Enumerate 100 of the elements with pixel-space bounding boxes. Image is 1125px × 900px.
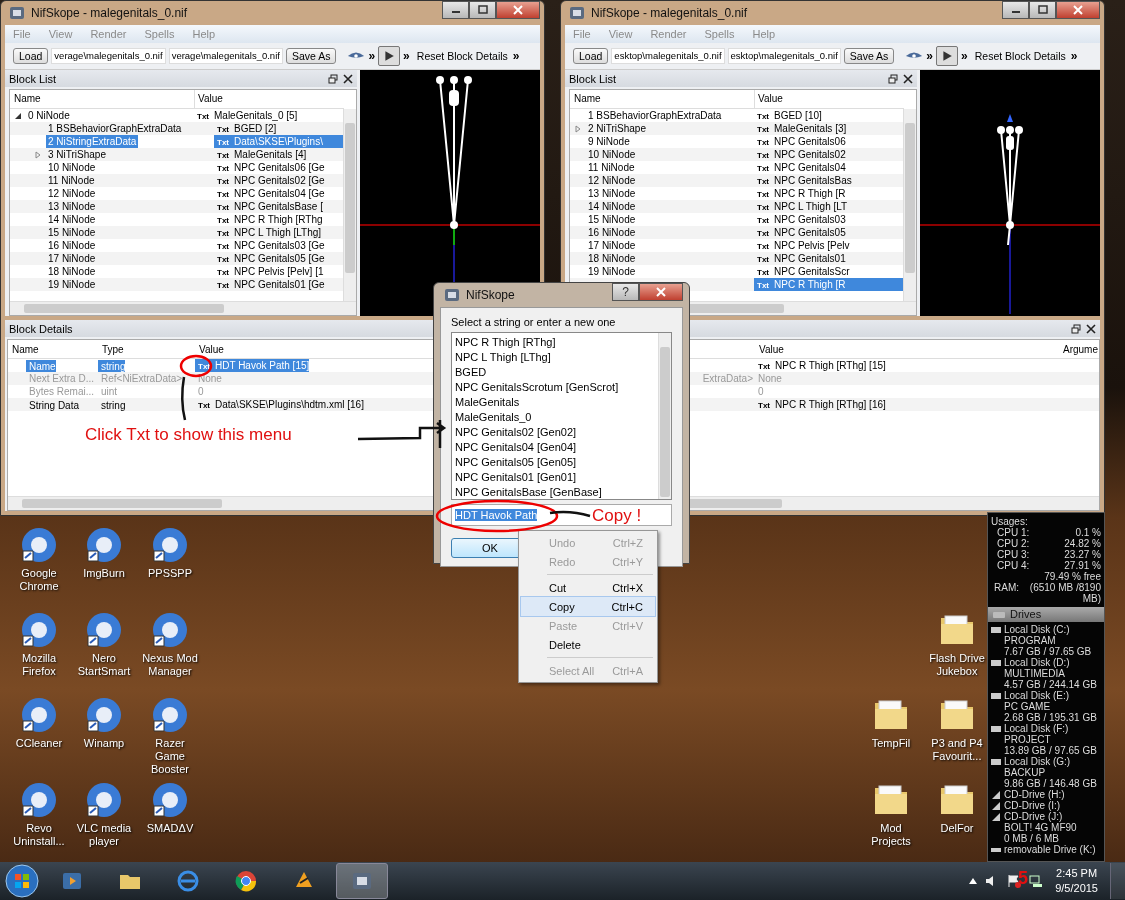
close-icon[interactable] xyxy=(1086,323,1096,334)
scrollbar[interactable] xyxy=(658,333,671,499)
eye-icon[interactable] xyxy=(347,51,366,61)
tree-item[interactable]: 3 NiTriShape xyxy=(46,148,108,161)
reset-block-details-button[interactable]: Reset Block Details xyxy=(414,50,510,62)
property-name[interactable]: String Data xyxy=(26,398,80,412)
program-icon[interactable] xyxy=(84,780,124,820)
expand-arrow-icon[interactable] xyxy=(14,111,22,120)
save-as-button[interactable]: Save As xyxy=(843,48,895,64)
tree-item[interactable]: 16 NiNode xyxy=(586,226,638,239)
menu-item[interactable]: Delete xyxy=(521,635,655,654)
list-item[interactable]: NPC Genitals05 [Gen05] xyxy=(455,455,655,470)
program-icon[interactable] xyxy=(84,525,124,565)
clock[interactable]: 2:45 PM 9/5/2015 xyxy=(1051,866,1102,896)
tree-item[interactable]: 17 NiNode xyxy=(586,239,638,252)
maximize-button[interactable] xyxy=(1029,1,1056,19)
close-icon[interactable] xyxy=(903,73,913,84)
help-button[interactable]: ? xyxy=(612,283,639,301)
program-icon[interactable] xyxy=(150,695,190,735)
tree-item[interactable]: 11 NiNode xyxy=(586,161,637,174)
menu-item[interactable]: Copy Ctrl+C xyxy=(521,597,655,616)
toolbar-overflow-button[interactable]: » xyxy=(1070,49,1078,63)
desktop-icon-label[interactable]: VLC media player xyxy=(73,822,135,848)
desktop-icon-label[interactable]: DelFor xyxy=(940,822,974,835)
list-item[interactable]: MaleGenitals xyxy=(455,395,655,410)
column-header[interactable]: Name xyxy=(10,90,195,108)
program-icon[interactable] xyxy=(150,610,190,650)
program-icon[interactable] xyxy=(19,525,59,565)
close-button[interactable] xyxy=(1056,1,1100,19)
list-item[interactable]: BGED xyxy=(455,365,655,380)
toolbar-overflow-button[interactable]: » xyxy=(368,49,376,63)
list-item[interactable]: NPC GenitalsBase [GenBase] xyxy=(455,485,655,500)
toolbar-overflow-button[interactable]: » xyxy=(403,49,410,63)
tree-item[interactable]: 15 NiNode xyxy=(46,226,98,239)
show-hidden-icons-icon[interactable] xyxy=(969,878,978,884)
toolbar-overflow-button[interactable]: » xyxy=(961,49,968,63)
file-path-field[interactable]: verage\malegenitals_0.nif xyxy=(51,48,166,64)
tree-item[interactable]: 17 NiNode xyxy=(46,252,98,265)
network-icon[interactable] xyxy=(1029,874,1044,888)
menu-item[interactable]: Cut Ctrl+X xyxy=(521,578,655,597)
maximize-button[interactable] xyxy=(469,1,496,19)
tree-item[interactable]: 11 NiNode xyxy=(46,174,97,187)
tree-item[interactable]: 13 NiNode xyxy=(46,200,98,213)
tree-item[interactable]: 1 BSBehaviorGraphExtraData xyxy=(46,122,184,135)
tree-item[interactable]: 14 NiNode xyxy=(586,200,638,213)
file-path-field[interactable]: esktop\malegenitals_0.nif xyxy=(611,48,725,64)
column-header[interactable]: Name xyxy=(8,343,98,355)
start-button[interactable] xyxy=(4,863,40,899)
toolbar-overflow-button[interactable]: » xyxy=(926,49,933,63)
desktop-icon-label[interactable]: Mod Projects xyxy=(860,822,922,848)
desktop-icon-label[interactable]: CCleaner xyxy=(15,737,63,750)
column-header[interactable]: Value xyxy=(755,90,904,108)
load-button[interactable]: Load xyxy=(13,48,49,64)
program-icon[interactable] xyxy=(150,780,190,820)
desktop-icon-label[interactable]: Mozilla Firefox xyxy=(8,652,70,678)
desktop-icon-label[interactable]: P3 and P4 Favourit... xyxy=(926,737,988,763)
desktop-icon-label[interactable]: Winamp xyxy=(83,737,125,750)
property-name[interactable]: Name xyxy=(26,359,56,373)
eye-icon[interactable] xyxy=(905,51,924,61)
close-button[interactable] xyxy=(496,1,540,19)
tree-item[interactable]: 13 NiNode xyxy=(586,187,638,200)
program-icon[interactable] xyxy=(19,695,59,735)
float-panel-icon[interactable] xyxy=(1071,323,1081,334)
tree-item[interactable]: 19 NiNode xyxy=(586,265,638,278)
file-path-field[interactable]: esktop\malegenitals_0.nif xyxy=(727,48,841,64)
toolbar-overflow-button[interactable]: » xyxy=(512,49,520,63)
tree-item[interactable]: 2 NiTriShape xyxy=(586,122,648,135)
minimize-button[interactable] xyxy=(442,1,469,19)
desktop-icon-label[interactable]: Nero StartSmart xyxy=(73,652,135,678)
minimize-button[interactable] xyxy=(1002,1,1029,19)
desktop-icon-label[interactable]: Google Chrome xyxy=(8,567,70,593)
scrollbar[interactable] xyxy=(903,109,916,301)
list-item[interactable]: NPC GenitalsScrotum [GenScrot] xyxy=(455,380,655,395)
list-item[interactable]: NPC R Thigh [RThg] xyxy=(455,335,655,350)
tree-item[interactable]: 0 NiNode xyxy=(26,109,72,122)
tree-item[interactable]: 2 NiStringExtraData xyxy=(46,135,139,148)
list-item[interactable]: NPC Genitals02 [Gen02] xyxy=(455,425,655,440)
program-icon[interactable] xyxy=(84,695,124,735)
list-item[interactable]: NPC Genitals04 [Gen04] xyxy=(455,440,655,455)
tree-item[interactable]: 10 NiNode xyxy=(586,148,638,161)
tree-item[interactable]: 12 NiNode xyxy=(46,187,98,200)
program-icon[interactable] xyxy=(84,610,124,650)
desktop-icon-label[interactable]: TempFil xyxy=(871,737,911,750)
play-button[interactable] xyxy=(378,46,401,66)
tree-item[interactable]: 9 NiNode xyxy=(586,135,632,148)
list-item[interactable]: NPC Genitals01 [Gen01] xyxy=(455,470,655,485)
save-as-button[interactable]: Save As xyxy=(285,48,337,64)
list-item[interactable]: NPC L Thigh [LThg] xyxy=(455,350,655,365)
program-icon[interactable] xyxy=(19,610,59,650)
taskbar-button[interactable] xyxy=(336,863,388,899)
close-button[interactable] xyxy=(639,283,683,301)
reset-block-details-button[interactable]: Reset Block Details xyxy=(972,50,1068,62)
column-header[interactable]: Type xyxy=(98,343,195,355)
desktop-icon-label[interactable]: Nexus Mod Manager xyxy=(139,652,201,678)
tree-item[interactable]: 1 BSBehaviorGraphExtraData xyxy=(586,109,724,122)
3d-viewport[interactable] xyxy=(360,70,540,316)
program-icon[interactable] xyxy=(19,780,59,820)
desktop-icon-label[interactable]: Flash Drive Jukebox xyxy=(926,652,988,678)
play-button[interactable] xyxy=(936,46,958,66)
tree-item[interactable]: 10 NiNode xyxy=(46,161,98,174)
